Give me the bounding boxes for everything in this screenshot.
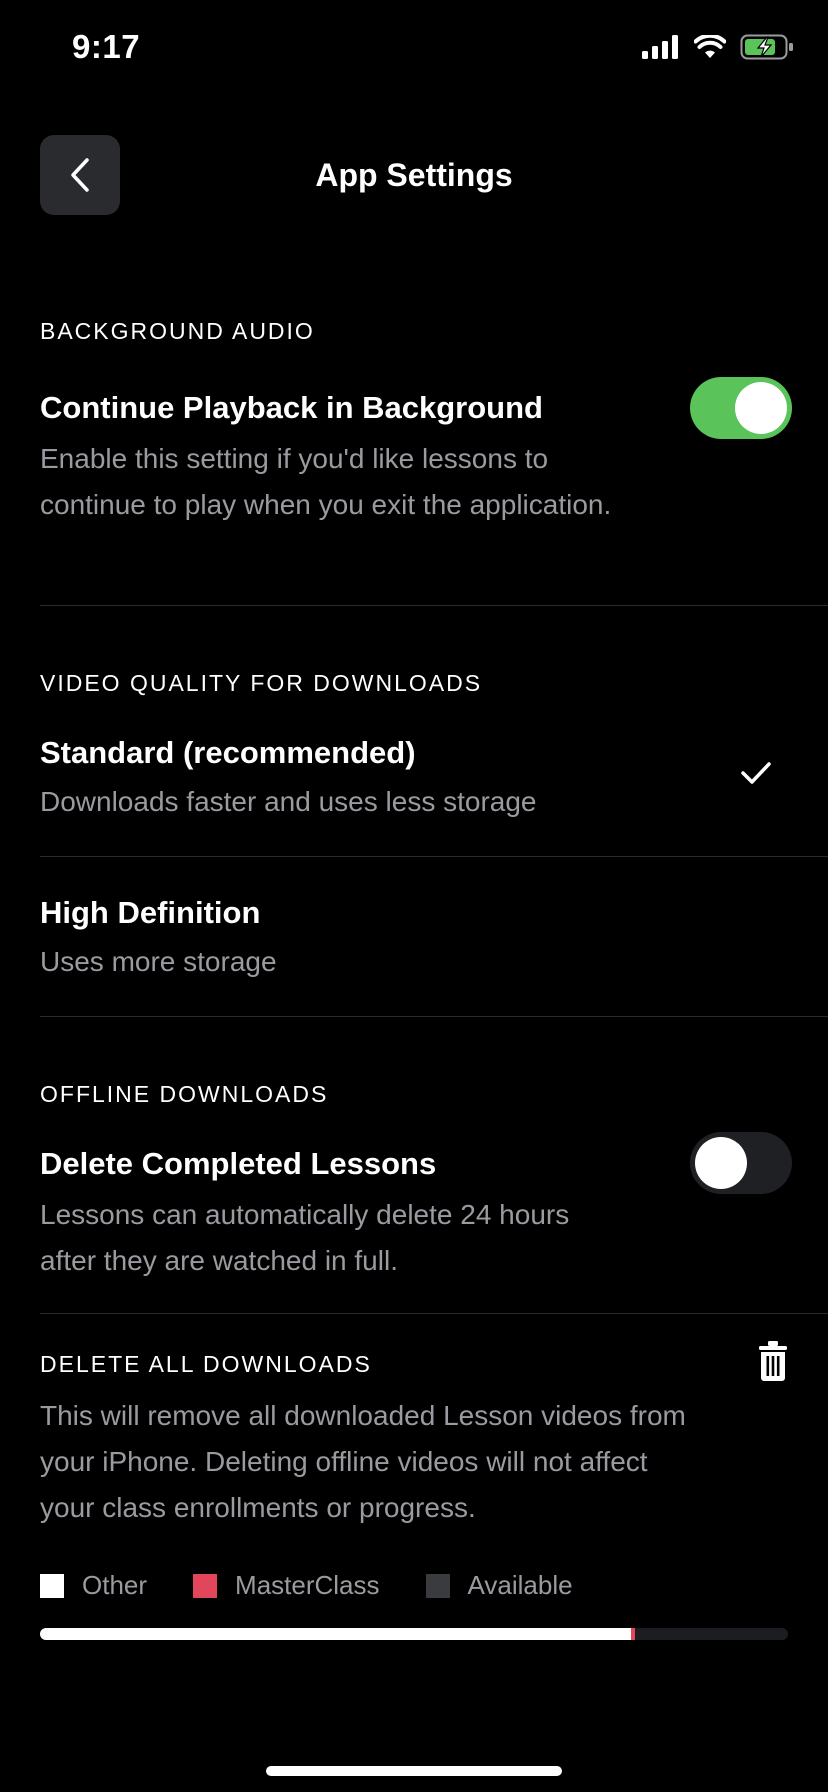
legend-item-masterclass: MasterClass (193, 1570, 380, 1601)
video-quality-section: VIDEO QUALITY FOR DOWNLOADS (40, 670, 788, 697)
page-title: App Settings (315, 157, 513, 193)
continue-playback-description: Enable this setting if you'd like lesson… (40, 443, 612, 520)
delete-all-description: This will remove all downloaded Lesson v… (40, 1400, 686, 1523)
continue-playback-title: Continue Playback in Background (40, 390, 543, 425)
legend-label: Other (82, 1570, 148, 1600)
storage-legend: Other MasterClass Available (40, 1570, 619, 1601)
divider (40, 856, 828, 857)
trash-icon[interactable] (758, 1340, 788, 1382)
status-bar: 9:17 (0, 0, 828, 100)
legend-item-other: Other (40, 1570, 147, 1601)
delete-completed-description: Lessons can automatically delete 24 hour… (40, 1199, 570, 1276)
continue-playback-toggle[interactable] (690, 377, 792, 439)
delete-completed-toggle[interactable] (690, 1132, 792, 1194)
quality-option-description: Downloads faster and uses less storage (40, 786, 537, 817)
status-icons (642, 34, 794, 60)
section-label-offline-downloads: OFFLINE DOWNLOADS (40, 1081, 329, 1107)
offline-downloads-section: OFFLINE DOWNLOADS (40, 1081, 788, 1108)
quality-option-description: Uses more storage (40, 946, 277, 977)
section-label-video-quality: VIDEO QUALITY FOR DOWNLOADS (40, 670, 483, 696)
cellular-signal-icon (642, 35, 678, 59)
legend-label: MasterClass (235, 1570, 380, 1600)
delete-completed-row: Delete Completed Lessons Lessons can aut… (40, 1146, 640, 1284)
storage-usage-bar (40, 1628, 788, 1640)
status-time: 9:17 (72, 28, 141, 65)
divider (40, 605, 828, 606)
delete-all-section: DELETE ALL DOWNLOADS (40, 1351, 788, 1378)
storage-segment-masterclass (630, 1628, 635, 1640)
divider (40, 1313, 828, 1314)
quality-option-high-definition[interactable]: High Definition Uses more storage (40, 895, 788, 985)
continue-playback-row: Continue Playback in Background Enable t… (40, 390, 640, 528)
legend-item-available: Available (425, 1570, 573, 1601)
toggle-knob (735, 382, 787, 434)
quality-option-standard[interactable]: Standard (recommended) Downloads faster … (40, 735, 788, 825)
legend-swatch (425, 1573, 450, 1598)
legend-swatch (40, 1573, 64, 1598)
legend-label: Available (467, 1570, 573, 1600)
legend-swatch (193, 1573, 218, 1598)
background-audio-section: BACKGROUND AUDIO (40, 318, 788, 345)
battery-charging-icon (740, 34, 793, 60)
delete-completed-title: Delete Completed Lessons (40, 1146, 437, 1181)
section-label-background-audio: BACKGROUND AUDIO (40, 318, 315, 344)
section-label-delete-all: DELETE ALL DOWNLOADS (40, 1351, 372, 1377)
wifi-icon (694, 35, 726, 58)
toggle-knob (695, 1137, 747, 1189)
checkmark-icon (741, 762, 771, 784)
nav-header: App Settings (0, 135, 828, 215)
quality-option-title: Standard (recommended) (40, 735, 416, 770)
storage-segment-other (40, 1628, 631, 1640)
delete-all-description-block: This will remove all downloaded Lesson v… (40, 1393, 700, 1531)
quality-option-title: High Definition (40, 895, 261, 930)
home-indicator (266, 1766, 562, 1776)
divider (40, 1016, 828, 1017)
